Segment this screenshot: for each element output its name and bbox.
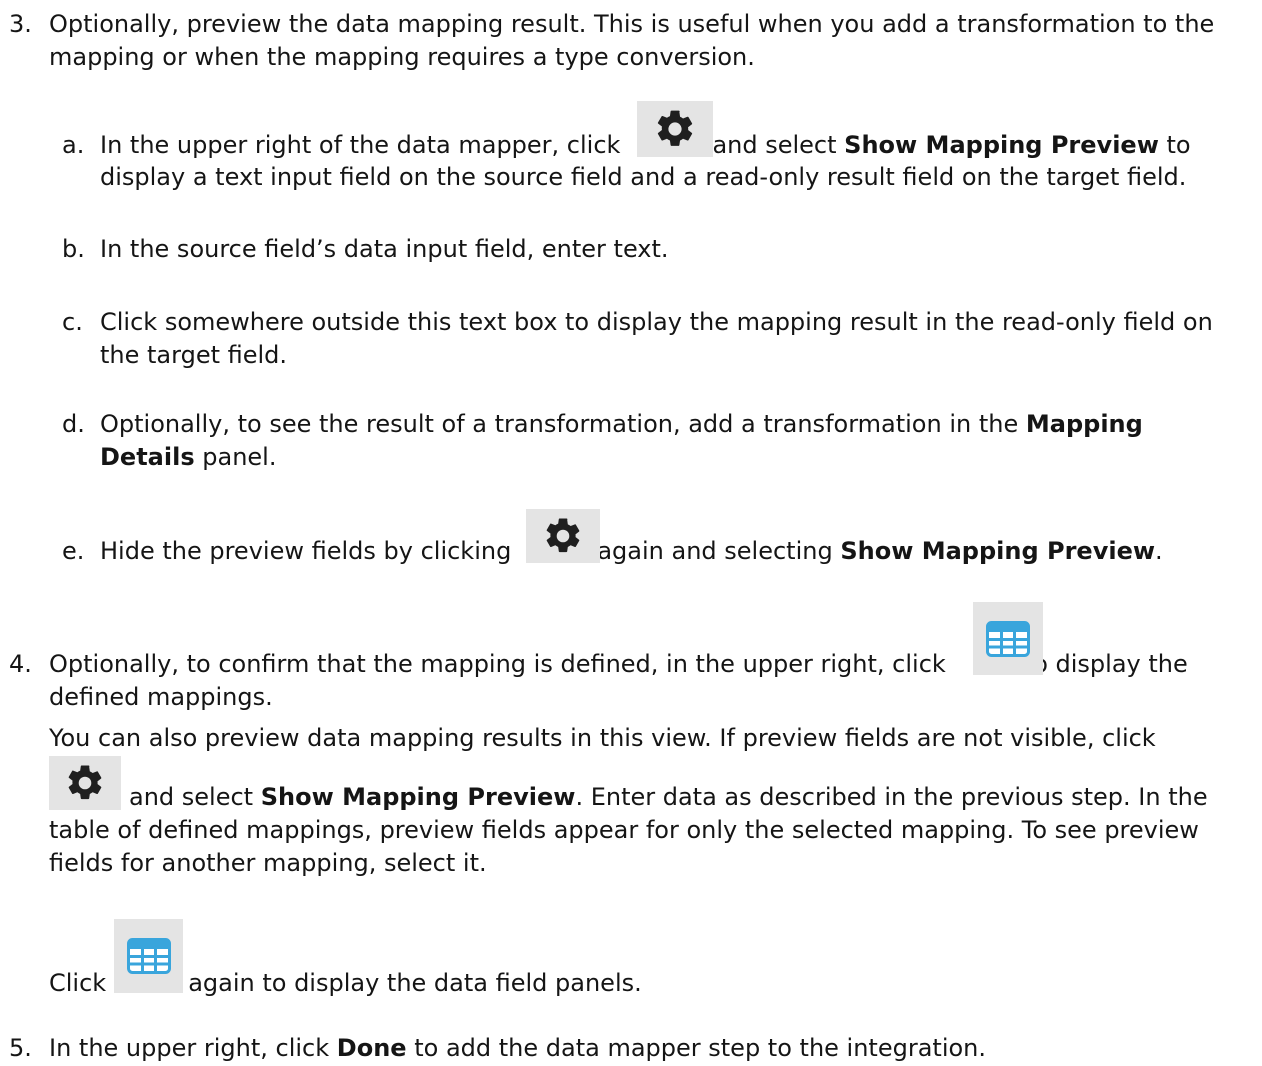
substep-e-mid: again and selecting: [597, 537, 833, 565]
step-4-line-4-mid: and select: [129, 783, 254, 811]
step-4-click-post: again to display the data field panels.: [188, 969, 642, 997]
substep-c-line-2: the target field.: [100, 341, 288, 369]
gear-icon[interactable]: [49, 756, 121, 810]
step-4-show-mapping-preview: Show Mapping Preview: [260, 783, 576, 811]
step-4-click-pre: Click: [49, 969, 107, 997]
step-5-line: In the upper right, click Done to add th…: [49, 1032, 986, 1065]
substep-e-line-1: Hide the preview fields by clicking again…: [100, 535, 1163, 568]
substep-e-show-mapping-preview: Show Mapping Preview: [840, 537, 1156, 565]
step-4-line-6: fields for another mapping, select it.: [49, 849, 487, 877]
substep-d-mapping: Mapping: [1025, 410, 1143, 438]
step-3-intro-line-2: mapping or when the mapping requires a t…: [49, 43, 755, 71]
substep-d-marker: d.: [62, 410, 85, 438]
substep-b-marker: b.: [62, 235, 85, 263]
step-5-done: Done: [336, 1034, 407, 1062]
substep-a-show-mapping-preview: Show Mapping Preview: [844, 131, 1159, 159]
substep-a-post: to: [1166, 131, 1191, 159]
step-5-post: to add the data mapper step to the integ…: [414, 1034, 987, 1062]
gear-icon[interactable]: [526, 509, 600, 563]
substep-d-pre: Optionally, to see the result of a trans…: [100, 410, 1019, 438]
grid-table-icon[interactable]: [114, 919, 183, 993]
step-4-number: 4.: [9, 650, 32, 678]
grid-table-icon[interactable]: [973, 602, 1043, 675]
step-3-number: 3.: [9, 10, 32, 38]
gear-icon[interactable]: [637, 101, 713, 157]
substep-e-pre: Hide the preview fields by clicking: [100, 537, 512, 565]
substep-d-line-2: Details panel.: [100, 441, 276, 474]
step-4-line-4: and select Show Mapping Preview. Enter d…: [129, 781, 1208, 814]
substep-c-marker: c.: [62, 308, 83, 336]
substep-a-marker: a.: [62, 131, 85, 159]
step-5-number: 5.: [9, 1034, 32, 1062]
step-4-line-2: defined mappings.: [49, 683, 273, 711]
step-3-intro-line-1: Optionally, preview the data mapping res…: [49, 10, 1215, 38]
substep-c-line-1: Click somewhere outside this text box to…: [100, 308, 1213, 336]
substep-a-pre: In the upper right of the data mapper, c…: [100, 131, 621, 159]
substep-d-details: Details: [100, 443, 195, 471]
substep-b-text: In the source field’s data input field, …: [100, 235, 669, 263]
substep-a-mid: and select: [712, 131, 837, 159]
step-4-line-5: table of defined mappings, preview field…: [49, 816, 1199, 844]
step-4-line-3: You can also preview data mapping result…: [49, 724, 1156, 752]
step-5-pre: In the upper right, click: [49, 1034, 330, 1062]
step-4-line-4-post: . Enter data as described in the previou…: [575, 783, 1208, 811]
substep-d-post: panel.: [202, 443, 277, 471]
step-4-post: to display the: [1023, 650, 1188, 678]
substep-e-marker: e.: [62, 537, 85, 565]
substep-a-line-2: display a text input field on the source…: [100, 163, 1187, 191]
step-4-pre: Optionally, to confirm that the mapping …: [49, 650, 946, 678]
substep-e-post: .: [1155, 537, 1163, 565]
substep-d-line-1: Optionally, to see the result of a trans…: [100, 408, 1143, 441]
